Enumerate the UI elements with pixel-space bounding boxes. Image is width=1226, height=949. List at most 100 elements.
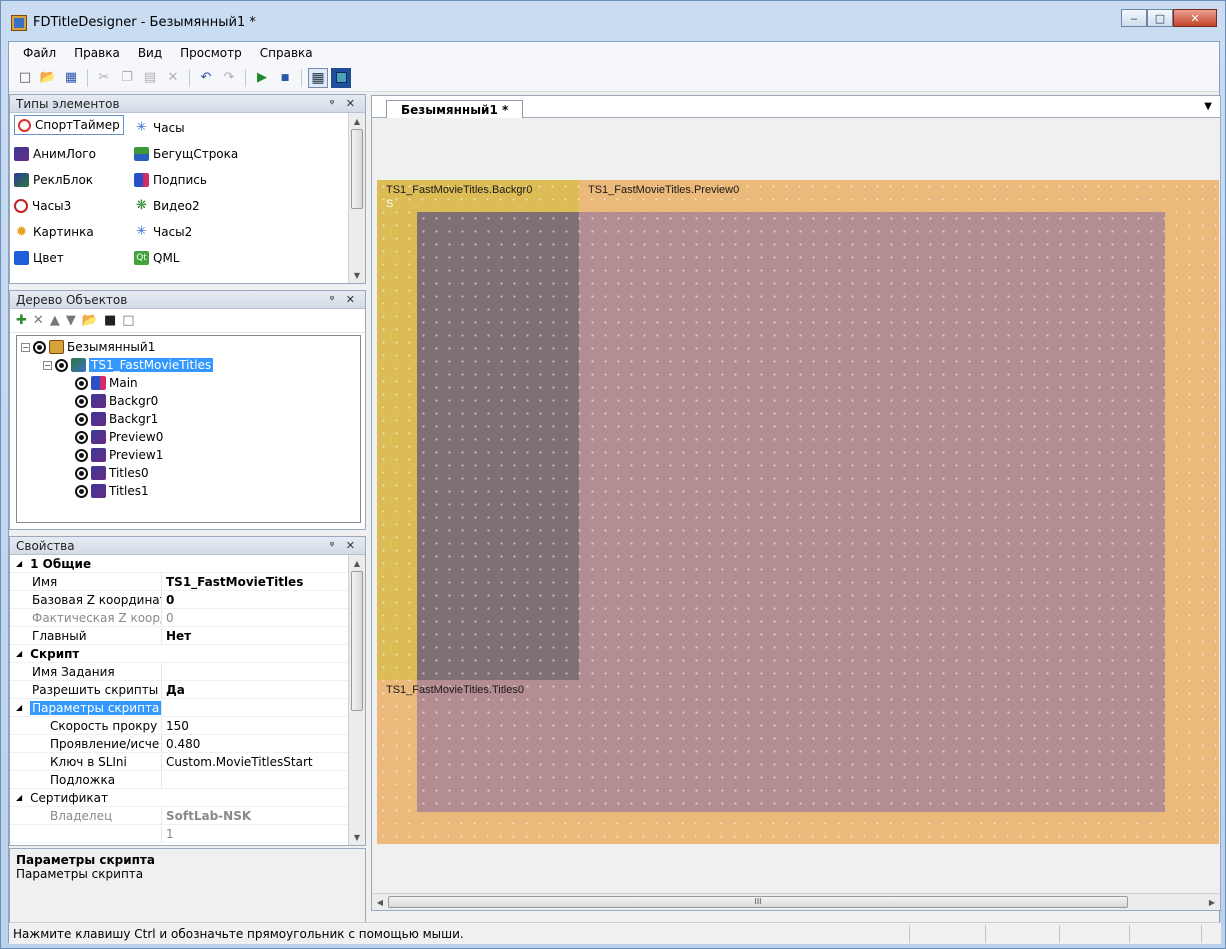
tree-node[interactable]: Titles0 [75,464,149,482]
visibility-icon[interactable] [75,412,88,426]
collapse-icon[interactable]: ◢ [16,793,22,802]
property-row[interactable]: ◢ Параметры скрипта [10,699,348,717]
element-types-scrollbar[interactable]: ▲ ▼ [348,113,365,283]
close-button[interactable]: ✕ [1173,9,1217,27]
visibility-icon[interactable] [75,430,88,444]
property-row[interactable]: ◢ 1 Общие [10,555,348,573]
property-row[interactable]: Имя Задания [10,663,348,681]
property-value[interactable]: 0 [162,611,174,625]
visibility-icon[interactable] [75,448,88,462]
property-row[interactable]: Разрешить скрипты Да [10,681,348,699]
tree-node[interactable]: Backgr0 [75,392,158,410]
tab-dropdown-icon[interactable]: ▼ [1204,101,1212,112]
new-icon[interactable]: □ [15,68,35,88]
scroll-up-arrow[interactable]: ▲ [349,555,365,571]
type-item[interactable]: ✳ Часы2 [134,219,304,245]
collapse-icon[interactable]: ◢ [16,559,22,568]
save-icon[interactable]: ▦ [61,68,81,88]
visibility-icon[interactable] [75,484,88,498]
type-item[interactable]: Qt QML [134,245,304,271]
menu-file[interactable]: Файл [23,46,56,60]
new-object-icon[interactable]: □ [122,313,134,328]
tree-node[interactable]: Backgr1 [75,410,158,428]
property-row[interactable]: Главный Нет [10,627,348,645]
property-category[interactable]: ◢ Сертификат [10,789,108,806]
property-value[interactable]: 150 [162,719,189,733]
tree-node[interactable]: Titles1 [75,482,149,500]
menu-help[interactable]: Справка [260,46,313,60]
property-value[interactable]: Нет [162,629,191,643]
type-item[interactable]: Часы3 [14,193,134,219]
undo-icon[interactable]: ↶ [196,68,216,88]
visibility-icon[interactable] [75,466,88,480]
type-item[interactable]: ✹ Картинка [14,219,134,245]
open-icon[interactable]: 📂 [38,68,58,88]
panel-pin-close[interactable]: ᵠ ✕ [330,539,359,552]
property-category[interactable]: ◢ 1 Общие [10,555,91,572]
scroll-left-arrow[interactable]: ◀ [372,894,388,910]
scroll-thumb[interactable] [351,571,363,711]
property-row[interactable]: Базовая Z координат 0 [10,591,348,609]
save-object-icon[interactable]: ■ [104,313,116,328]
menu-preview[interactable]: Просмотр [180,46,242,60]
visibility-icon[interactable] [75,376,88,390]
property-row[interactable]: Проявление/исче 0.480 [10,735,348,753]
property-value[interactable]: Да [162,683,185,697]
collapse-icon[interactable]: ◢ [16,649,22,658]
properties-scrollbar[interactable]: ▲ ▼ [348,555,365,845]
document-tab[interactable]: Безымянный1 * [386,100,524,119]
horizontal-scrollbar[interactable]: ◀ III ▶ [372,893,1220,910]
property-row[interactable]: Скорость прокру 150 [10,717,348,735]
panel-pin-close[interactable]: ᵠ ✕ [330,293,359,306]
property-row[interactable]: ◢ Скрипт [10,645,348,663]
property-row[interactable]: Владелец SoftLab-NSK [10,807,348,825]
property-row[interactable]: Фактическая Z коорд 0 [10,609,348,627]
play-icon[interactable]: ▶ [252,68,272,88]
add-object-icon[interactable]: ✚ [16,313,27,328]
tree-node-group[interactable]: − TS1_FastMovieTitles [43,356,214,374]
tree-node-root[interactable]: − Безымянный1 [21,338,155,356]
property-value[interactable]: 1 [162,827,174,841]
tree-node[interactable]: Main [75,374,138,392]
type-item[interactable]: БегущСтрока [134,141,304,167]
property-category[interactable]: ◢ Скрипт [10,645,79,662]
visibility-icon[interactable] [75,394,88,408]
collapse-icon[interactable]: ◢ [16,703,22,712]
tree-node[interactable]: Preview1 [75,446,163,464]
frame-icon[interactable] [331,67,351,88]
property-value[interactable]: TS1_FastMovieTitles [162,575,303,589]
property-row[interactable]: ◢ Сертификат [10,789,348,807]
scroll-up-arrow[interactable]: ▲ [349,113,365,129]
scroll-thumb[interactable] [351,129,363,209]
move-up-icon[interactable]: ▲ [50,313,60,328]
maximize-button[interactable]: □ [1147,9,1173,27]
scroll-thumb[interactable]: III [388,896,1128,908]
minimize-button[interactable]: ‒ [1121,9,1147,27]
visibility-icon[interactable] [33,340,46,354]
property-row[interactable]: Имя TS1_FastMovieTitles [10,573,348,591]
type-item[interactable]: СпортТаймер [14,115,124,135]
collapse-icon[interactable]: − [21,342,30,352]
grid-icon[interactable]: ▦ [308,67,328,88]
visibility-icon[interactable] [55,358,68,372]
open-object-icon[interactable]: 📂 [82,313,98,328]
type-item[interactable]: РеклБлок [14,167,134,193]
paste-icon[interactable]: ▤ [140,68,160,88]
move-down-icon[interactable]: ▼ [66,313,76,328]
stop-icon[interactable]: ■ [275,68,295,88]
property-row[interactable]: Ключ в SLIni Custom.MovieTitlesStart [10,753,348,771]
type-item[interactable]: ❋ Видео2 [134,193,304,219]
type-item[interactable]: АнимЛого [14,141,134,167]
scroll-down-arrow[interactable]: ▼ [349,267,365,283]
redo-icon[interactable]: ↷ [219,68,239,88]
delete-icon[interactable]: ✕ [163,68,183,88]
title-bar[interactable]: FDTitleDesigner - Безымянный1 * ‒ □ ✕ [1,1,1225,41]
property-row[interactable]: Подложка [10,771,348,789]
property-value[interactable]: 0 [162,593,174,607]
delete-object-icon[interactable]: ✕ [33,313,44,328]
scroll-down-arrow[interactable]: ▼ [349,829,365,845]
property-value[interactable]: Custom.MovieTitlesStart [162,755,313,769]
property-category[interactable]: ◢ Параметры скрипта [10,699,162,716]
property-value[interactable]: 0.480 [162,737,200,751]
copy-icon[interactable]: ❐ [117,68,137,88]
